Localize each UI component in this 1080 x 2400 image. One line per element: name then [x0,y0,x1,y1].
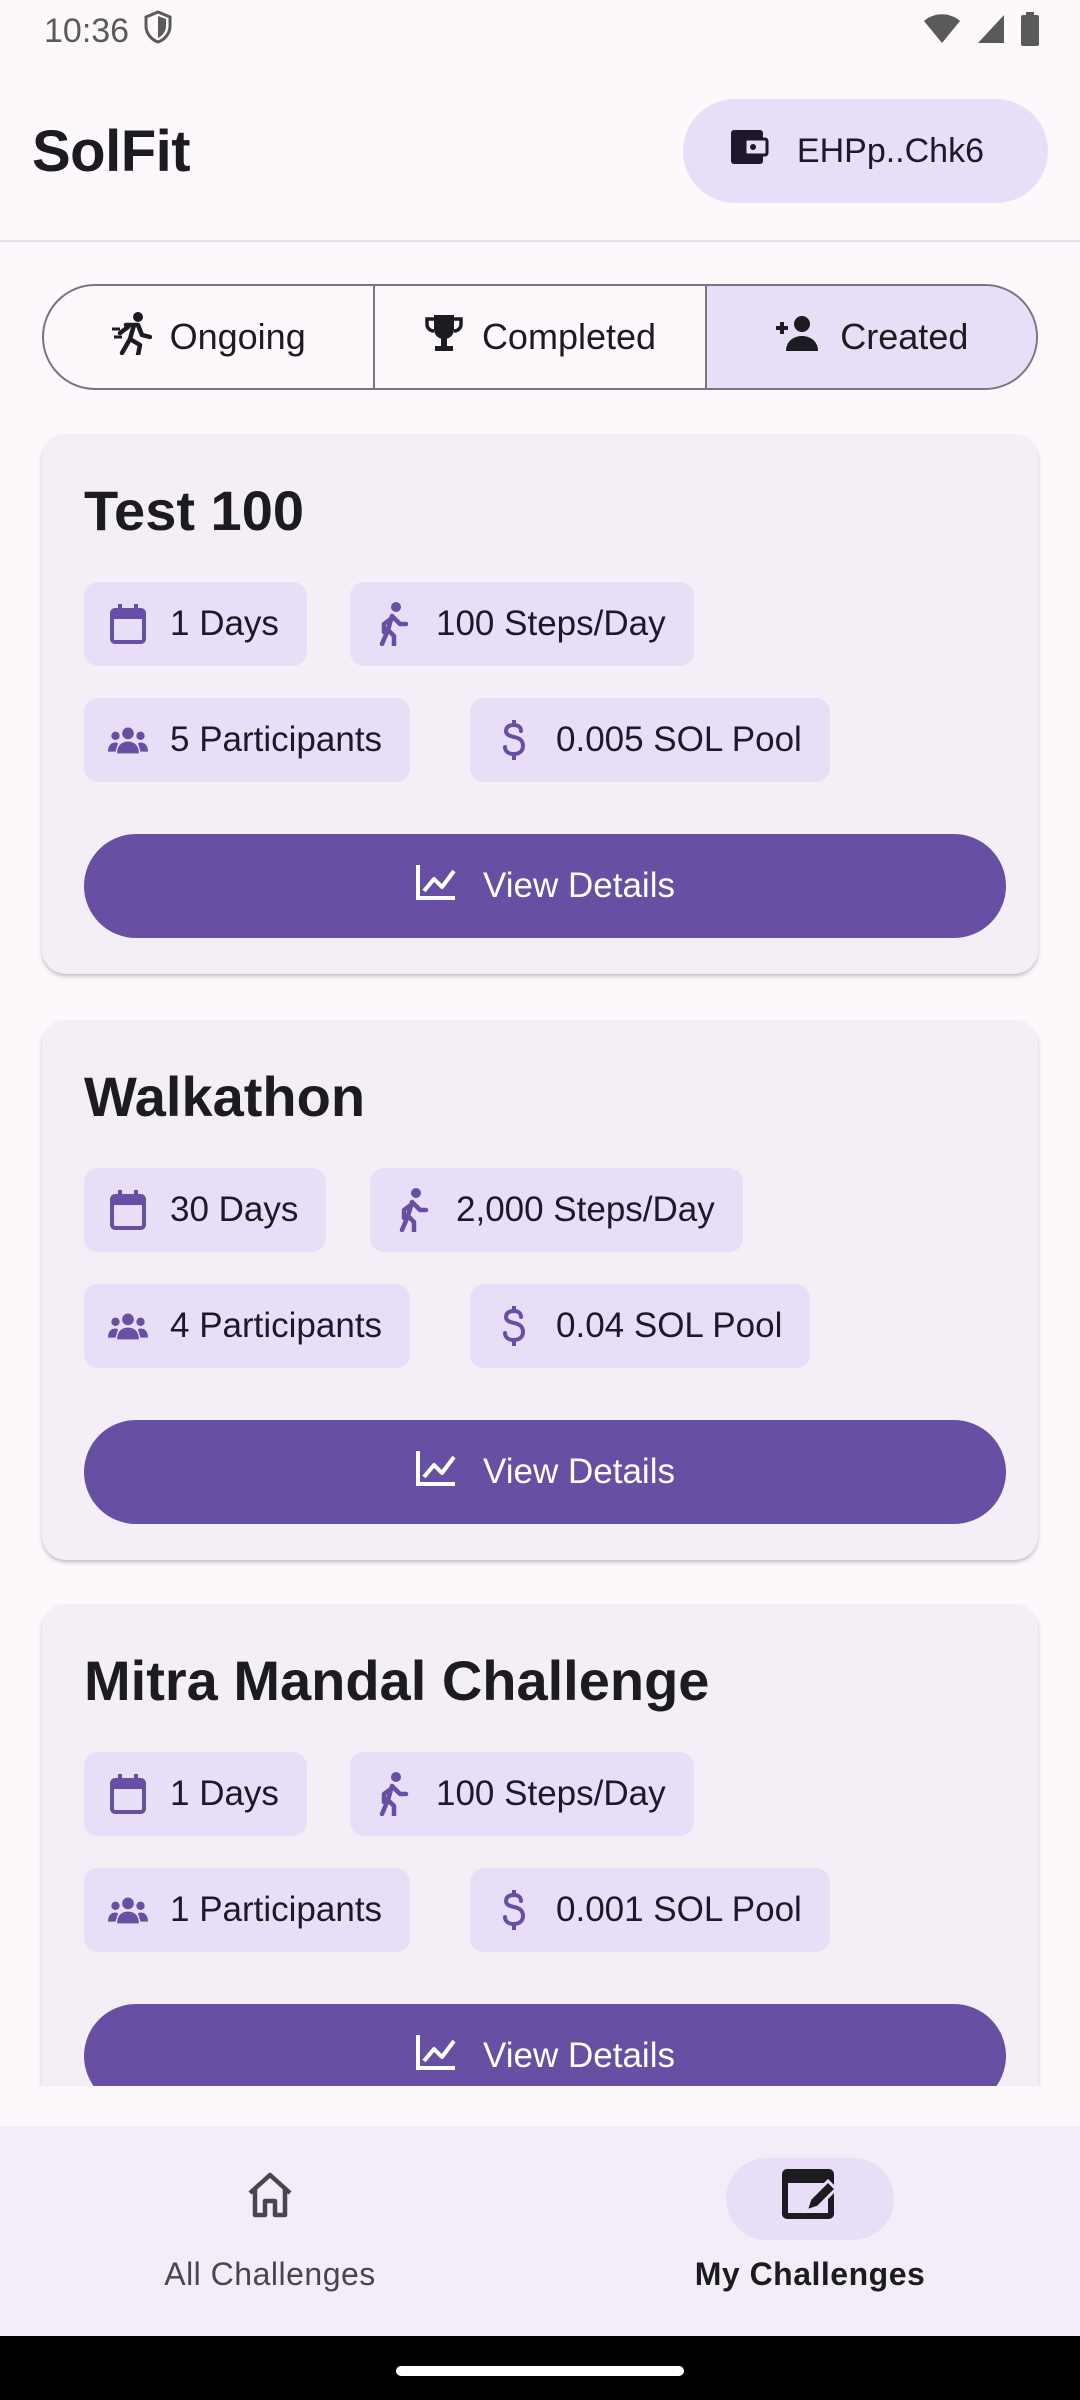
pool-chip: 0.005 SOL Pool [470,698,830,782]
calendar-icon [108,1774,148,1814]
view-details-button[interactable]: View Details [84,1420,1006,1524]
tab-completed[interactable]: Completed [373,286,704,388]
tab-ongoing[interactable]: Ongoing [44,286,373,388]
home-icon [245,2171,295,2227]
nav-label: All Challenges [164,2256,376,2292]
challenge-card: Test 100 1 Days 100 Steps/Day 5 Particip… [42,434,1038,974]
status-left: 10:36 [44,9,173,53]
duration-chip: 1 Days [84,1752,307,1836]
status-bar: 10:36 [0,0,1080,62]
app-title: SolFit [32,118,191,184]
group-icon [108,720,148,760]
participants-text: 5 Participants [170,720,383,759]
dollar-icon [494,1890,534,1930]
pool-chip: 0.04 SOL Pool [470,1284,811,1368]
calendar-icon [108,1190,148,1230]
steps-chip: 100 Steps/Day [350,1752,694,1836]
status-time: 10:36 [44,11,130,50]
participants-chip: 4 Participants [84,1284,411,1368]
shield-icon [143,9,173,53]
gesture-bar [0,2336,1080,2400]
duration-chip: 1 Days [84,582,307,666]
challenge-list[interactable]: Test 100 1 Days 100 Steps/Day 5 Particip… [0,390,1080,2086]
challenge-title: Walkathon [84,1065,366,1128]
signal-icon [976,13,1006,50]
steps-chip: 100 Steps/Day [350,582,694,666]
trophy-icon [424,313,464,362]
wallet-button[interactable]: EHPp..Chk6 [682,99,1048,203]
bottom-navigation: All Challenges My Challenges [0,2126,1080,2336]
steps-text: 2,000 Steps/Day [456,1190,715,1229]
view-details-button[interactable]: View Details [84,834,1006,938]
wifi-icon [922,13,962,50]
group-icon [108,1306,148,1346]
participants-chip: 5 Participants [84,698,411,782]
view-details-label: View Details [483,1452,675,1491]
tab-created[interactable]: Created [704,286,1036,388]
battery-icon [1020,11,1040,51]
wallet-address: EHPp..Chk6 [796,131,984,170]
participants-chip: 1 Participants [84,1868,411,1952]
pool-text: 0.005 SOL Pool [556,720,802,759]
chart-icon [415,1449,457,1496]
running-icon [111,311,152,364]
participants-text: 1 Participants [170,1890,383,1929]
person-add-icon [774,315,822,360]
pool-text: 0.001 SOL Pool [556,1890,802,1929]
pool-text: 0.04 SOL Pool [556,1306,783,1345]
home-gesture-handle[interactable] [396,2366,684,2376]
nav-label: My Challenges [694,2256,926,2292]
wallet-icon [729,128,769,175]
nav-all-challenges[interactable]: All Challenges [0,2126,540,2336]
challenge-title: Test 100 [84,479,304,542]
walking-icon [374,1772,414,1816]
dollar-icon [494,1306,534,1346]
steps-text: 100 Steps/Day [436,604,666,643]
tab-label: Ongoing [169,316,306,357]
participants-text: 4 Participants [170,1306,383,1345]
challenge-filter-tabs: Ongoing Completed Created [42,284,1038,390]
dollar-icon [494,720,534,760]
challenge-title: Mitra Mandal Challenge [84,1649,710,1712]
duration-text: 30 Days [170,1190,299,1229]
steps-chip: 2,000 Steps/Day [370,1168,743,1252]
walking-icon [374,602,414,646]
view-details-label: View Details [483,866,675,905]
nav-pill [186,2158,354,2240]
group-icon [108,1890,148,1930]
app-bar: SolFit EHPp..Chk6 [0,62,1080,242]
tab-label: Created [840,316,969,357]
tab-label: Completed [481,316,657,357]
duration-text: 1 Days [170,604,279,643]
walking-icon [394,1188,434,1232]
nav-my-challenges[interactable]: My Challenges [540,2126,1080,2336]
calendar-icon [108,604,148,644]
duration-chip: 30 Days [84,1168,327,1252]
challenge-card: Mitra Mandal Challenge 1 Days 100 Steps/… [42,1604,1038,2086]
duration-text: 1 Days [170,1774,279,1813]
chart-icon [415,2033,457,2080]
pool-chip: 0.001 SOL Pool [470,1868,830,1952]
steps-text: 100 Steps/Day [436,1774,666,1813]
challenge-card: Walkathon 30 Days 2,000 Steps/Day 4 Part… [42,1020,1038,1560]
view-details-label: View Details [483,2036,675,2075]
status-right [922,11,1040,51]
view-details-button[interactable]: View Details [84,2004,1006,2086]
chart-icon [415,863,457,910]
nav-pill [726,2158,894,2240]
edit-calendar-icon [780,2167,840,2231]
